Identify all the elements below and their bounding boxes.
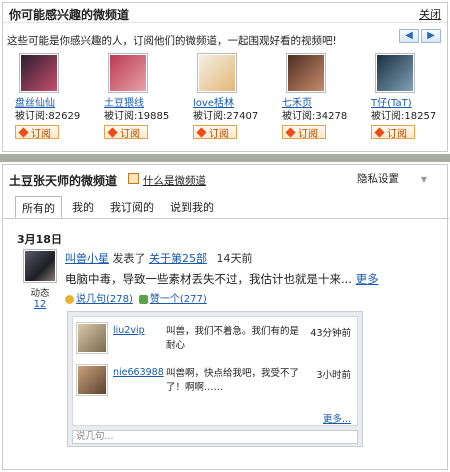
comment-icon xyxy=(65,294,74,304)
subscribe-button[interactable]: 订阅 xyxy=(282,125,326,140)
comment-text: 叫兽啊，快点给我吧，我受不了了！啊啊…… xyxy=(166,368,300,393)
avatar[interactable] xyxy=(286,53,326,93)
avatar[interactable] xyxy=(197,53,237,93)
avatar[interactable] xyxy=(375,53,415,93)
poster-block: 动态 12 xyxy=(23,249,57,310)
tab-underline xyxy=(3,218,449,219)
comment-input[interactable]: 说几句... xyxy=(72,430,358,444)
comment-item: nie663988 叫兽啊，快点给我吧，我受不了了！啊啊…… 3小时前 xyxy=(73,361,357,401)
more-comments-link[interactable]: 更多... xyxy=(323,411,351,425)
subscribe-icon xyxy=(374,126,385,138)
user-name[interactable]: love栝林 xyxy=(193,97,282,110)
thumbs-up-icon xyxy=(138,294,148,304)
avatar[interactable] xyxy=(76,322,108,354)
avatar[interactable] xyxy=(108,53,148,93)
subscribe-label: 订阅 xyxy=(209,128,229,140)
subscribe-icon xyxy=(285,126,296,138)
subscribe-label: 订阅 xyxy=(298,128,318,140)
more-link[interactable]: 更多 xyxy=(356,272,379,286)
avatar[interactable] xyxy=(23,249,57,283)
comment-text: 叫兽，我们不着急。我们有的是耐心 xyxy=(166,326,300,351)
subscriber-count: 被订阅:27407 xyxy=(193,111,259,122)
user-name[interactable]: 土豆猥线 xyxy=(104,97,193,110)
subscribe-button[interactable]: 订阅 xyxy=(15,125,59,140)
close-link[interactable]: 关闭 xyxy=(419,6,441,22)
recommend-description: 这些可能是你感兴趣的人，订阅他们的微频道，一起围观好看的视频吧! xyxy=(7,35,337,47)
recommend-header: 你可能感兴趣的微频道 关闭 xyxy=(3,3,447,23)
subscribe-button[interactable]: 订阅 xyxy=(104,125,148,140)
user-card: love栝林 被订阅:27407 订阅 xyxy=(193,53,282,140)
subscribe-label: 订阅 xyxy=(31,128,51,140)
post-time: 14天前 xyxy=(216,252,253,265)
feed-date: 3月18日 xyxy=(17,233,62,246)
user-name[interactable]: 盘丝仙仙 xyxy=(15,97,104,110)
activity-count[interactable]: 12 xyxy=(23,299,57,310)
tab-all[interactable]: 所有的 xyxy=(15,196,62,218)
user-list: 盘丝仙仙 被订阅:82629 订阅 土豆猥线 被订阅:19885 订阅 love… xyxy=(15,53,450,140)
recommend-title: 你可能感兴趣的微频道 xyxy=(9,8,130,22)
subscribe-label: 订阅 xyxy=(120,128,140,140)
user-card: 土豆猥线 被订阅:19885 订阅 xyxy=(104,53,193,140)
like-action-label: 赞一个(277) xyxy=(149,294,207,305)
subscribe-button[interactable]: 订阅 xyxy=(193,125,237,140)
post-author-link[interactable]: 叫兽小星 xyxy=(65,252,109,265)
post-header: 叫兽小星 发表了 关于第25部 14天前 xyxy=(65,250,253,266)
tab-bar: 所有的 我的 我订阅的 说到我的 xyxy=(15,196,220,218)
comment-action[interactable]: 说几句(278) xyxy=(65,290,133,305)
what-is-link[interactable]: 什么是微频道 xyxy=(143,173,206,188)
user-name[interactable]: 七禾页 xyxy=(282,97,371,110)
section-divider xyxy=(0,154,450,162)
comment-item: liu2vip 叫兽，我们不着急。我们有的是耐心 43分钟前 xyxy=(73,319,357,359)
comments-box: liu2vip 叫兽，我们不着急。我们有的是耐心 43分钟前 nie663988… xyxy=(67,311,363,447)
post-text: 电脑中毒，导致一些素材丢失不过，我估计也就是十来... 更多 xyxy=(65,271,379,287)
avatar[interactable] xyxy=(76,364,108,396)
commenter-name[interactable]: nie663988 xyxy=(113,367,164,378)
activity-label: 动态 xyxy=(30,288,50,299)
commenter-name[interactable]: liu2vip xyxy=(113,325,145,336)
channel-panel: 土豆张天师的微频道 什么是微频道 隐私设置 ▲ ▼ 所有的 我的 我订阅的 说到… xyxy=(2,164,449,470)
user-card: 盘丝仙仙 被订阅:82629 订阅 xyxy=(15,53,104,140)
user-card: 七禾页 被订阅:34278 订阅 xyxy=(282,53,371,140)
pager: ◀ ▶ xyxy=(399,29,441,43)
user-card: T仔(TaT) 被订阅:18257 订阅 xyxy=(371,53,450,140)
post-verb: 发表了 xyxy=(112,252,146,265)
subscribe-icon xyxy=(107,126,118,138)
subscribe-button[interactable]: 订阅 xyxy=(371,125,415,140)
subscribe-icon xyxy=(196,126,207,138)
post-actions: 说几句(278) 赞一个(277) xyxy=(65,290,207,305)
tab-mentions[interactable]: 说到我的 xyxy=(164,196,220,218)
user-name[interactable]: T仔(TaT) xyxy=(371,97,450,110)
post-body: 电脑中毒，导致一些素材丢失不过，我估计也就是十来... xyxy=(65,272,352,286)
subscriber-count: 被订阅:82629 xyxy=(15,111,81,122)
post-target-link[interactable]: 关于第25部 xyxy=(149,252,207,265)
prev-arrow-icon[interactable]: ◀ xyxy=(399,29,419,43)
help-icon xyxy=(128,173,139,184)
channel-title: 土豆张天师的微频道 xyxy=(9,174,118,188)
avatar[interactable] xyxy=(19,53,59,93)
comment-time: 3小时前 xyxy=(316,370,351,381)
like-action[interactable]: 赞一个(277) xyxy=(138,290,207,305)
subscriber-count: 被订阅:34278 xyxy=(282,111,348,122)
collapse-arrows-icon[interactable]: ▲ ▼ xyxy=(392,175,437,184)
recommend-panel: 你可能感兴趣的微频道 关闭 这些可能是你感兴趣的人，订阅他们的微频道，一起围观好… xyxy=(2,2,448,152)
next-arrow-icon[interactable]: ▶ xyxy=(421,29,441,43)
tab-subscribed[interactable]: 我订阅的 xyxy=(104,196,160,218)
subscriber-count: 被订阅:18257 xyxy=(371,111,437,122)
tab-mine[interactable]: 我的 xyxy=(66,196,100,218)
subscribe-label: 订阅 xyxy=(387,128,407,140)
subscribe-icon xyxy=(18,126,29,138)
subscriber-count: 被订阅:19885 xyxy=(104,111,170,122)
comment-list: liu2vip 叫兽，我们不着急。我们有的是耐心 43分钟前 nie663988… xyxy=(72,316,358,426)
comment-action-label: 说几句(278) xyxy=(76,294,133,305)
channel-header: 土豆张天师的微频道 什么是微频道 隐私设置 ▲ ▼ xyxy=(3,165,447,191)
comment-time: 43分钟前 xyxy=(310,328,351,339)
